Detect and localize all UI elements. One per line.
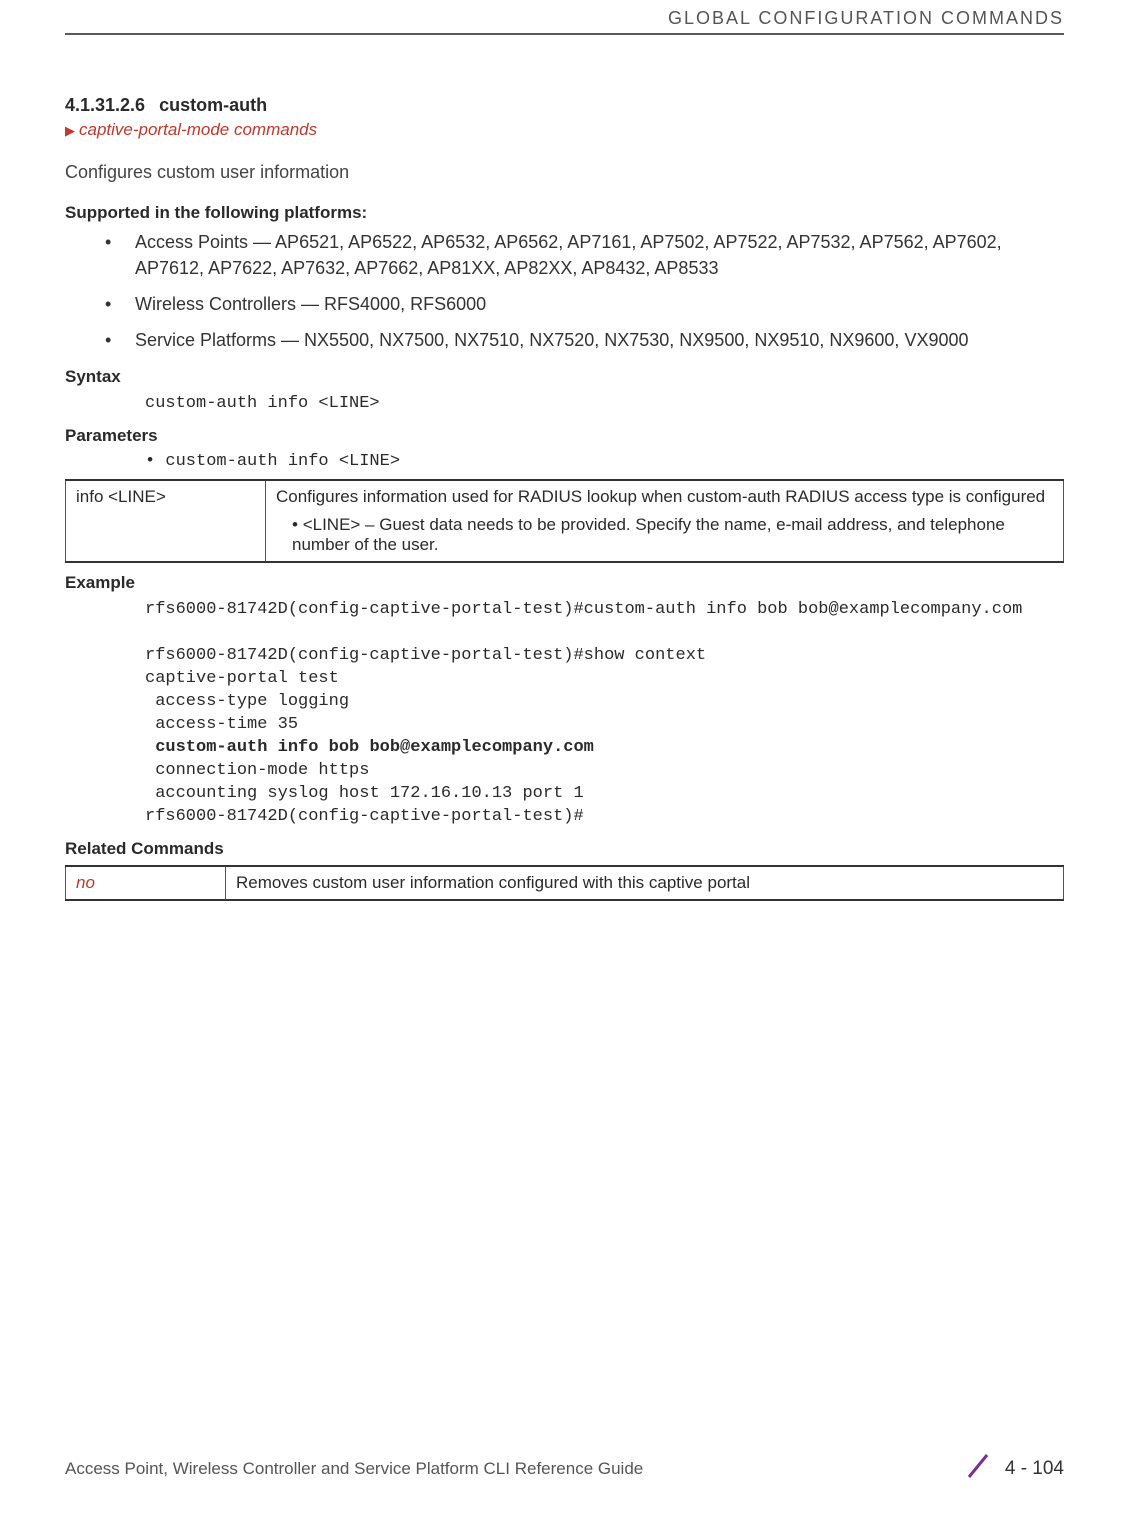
parameter-bullet: • custom-auth info <LINE> (65, 452, 1064, 471)
platform-list: Access Points — AP6521, AP6522, AP6532, … (65, 229, 1064, 353)
header-category: GLOBAL CONFIGURATION COMMANDS (65, 0, 1064, 35)
section-number: 4.1.31.2.6 (65, 95, 145, 115)
related-command-name: no (66, 866, 226, 900)
syntax-code: custom-auth info <LINE> (65, 393, 1064, 416)
table-row: no Removes custom user information confi… (66, 866, 1064, 900)
page-footer: Access Point, Wireless Controller and Se… (65, 1451, 1064, 1486)
param-name-cell: info <LINE> (66, 480, 266, 562)
footer-right: 4 - 104 (963, 1451, 1064, 1486)
breadcrumb-arrow-icon: ▶ (65, 123, 75, 138)
related-command-desc: Removes custom user information configur… (226, 866, 1064, 900)
example-heading: Example (65, 573, 1064, 593)
syntax-heading: Syntax (65, 367, 1064, 387)
supported-heading: Supported in the following platforms: (65, 203, 1064, 223)
param-desc-bullet: <LINE> – Guest data needs to be provided… (276, 515, 1053, 555)
table-row: info <LINE> Configures information used … (66, 480, 1064, 562)
platform-item: Service Platforms — NX5500, NX7500, NX75… (105, 327, 1064, 353)
parameters-table: info <LINE> Configures information used … (65, 479, 1064, 563)
slash-icon (963, 1451, 993, 1486)
parameters-heading: Parameters (65, 426, 1064, 446)
page-content: 4.1.31.2.6 custom-auth ▶ captive-portal-mo… (65, 35, 1064, 901)
related-heading: Related Commands (65, 839, 1064, 859)
section-description: Configures custom user information (65, 162, 1064, 183)
example-code-bold: custom-auth info bob bob@examplecompany.… (155, 738, 594, 757)
param-desc-cell: Configures information used for RADIUS l… (266, 480, 1064, 562)
example-code-pre: rfs6000-81742D(config-captive-portal-tes… (145, 600, 1022, 757)
example-code-post: connection-mode https accounting syslog … (145, 761, 584, 826)
section-title: custom-auth (159, 95, 267, 115)
example-code: rfs6000-81742D(config-captive-portal-tes… (65, 599, 1064, 828)
related-commands-table: no Removes custom user information confi… (65, 865, 1064, 901)
footer-guide-title: Access Point, Wireless Controller and Se… (65, 1459, 643, 1479)
platform-item: Access Points — AP6521, AP6522, AP6532, … (105, 229, 1064, 281)
breadcrumb-text: captive-portal-mode commands (79, 120, 317, 139)
section-heading: 4.1.31.2.6 custom-auth (65, 95, 1064, 116)
page-number: 4 - 104 (1005, 1458, 1064, 1480)
param-desc-main: Configures information used for RADIUS l… (276, 487, 1045, 506)
breadcrumb: ▶ captive-portal-mode commands (65, 120, 1064, 140)
platform-item: Wireless Controllers — RFS4000, RFS6000 (105, 291, 1064, 317)
